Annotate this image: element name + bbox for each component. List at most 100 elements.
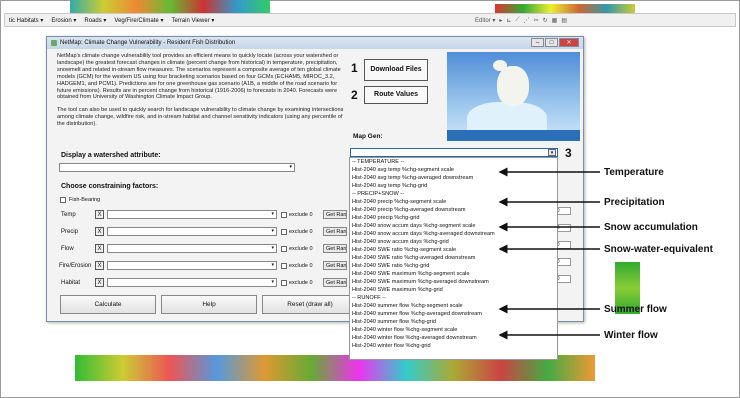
dropdown-option[interactable]: Hist-2040 SWE maximum %chg-grid bbox=[350, 286, 557, 294]
download-files-button[interactable]: Download Files bbox=[364, 59, 428, 81]
callout-number-2: 2 bbox=[351, 88, 358, 102]
dropdown-option[interactable]: Hist-2040 SWE ratio %chg-segment scale bbox=[350, 246, 557, 254]
dropdown-option[interactable]: Hist-2040 summer flow %chg-grid bbox=[350, 318, 557, 326]
split-tool-icon[interactable]: ✂ bbox=[534, 17, 539, 24]
dropdown-option[interactable]: Hist-2040 precip %chg-segment scale bbox=[350, 198, 557, 206]
rotate-tool-icon[interactable]: ↻ bbox=[543, 17, 548, 24]
exclude-zero-checkbox[interactable] bbox=[281, 229, 287, 235]
annotation-winter-flow: Winter flow bbox=[604, 330, 658, 341]
attributes-tool-icon[interactable]: ▦ bbox=[552, 17, 558, 24]
dropdown-option[interactable]: Hist-2040 snow accum days %chg-segment s… bbox=[350, 222, 557, 230]
dropdown-option[interactable]: Hist-2040 winter flow %chg-averaged down… bbox=[350, 334, 557, 342]
fish-bearing-checkbox[interactable] bbox=[60, 197, 66, 203]
clear-button[interactable]: X bbox=[95, 278, 104, 287]
menu-terrain-viewer[interactable]: Terrain Viewer ▾ bbox=[167, 17, 218, 24]
route-values-button[interactable]: Route Values bbox=[364, 86, 428, 104]
dropdown-option[interactable]: Hist-2040 precip %chg-averaged downstrea… bbox=[350, 206, 557, 214]
exclude-zero-label: exclude 0 bbox=[289, 246, 313, 252]
annotation-summer-flow: Summer flow bbox=[604, 304, 667, 315]
row-label: Precip bbox=[61, 229, 79, 235]
get-range-button[interactable]: Get Range bbox=[323, 261, 347, 270]
exclude-zero-checkbox[interactable] bbox=[281, 246, 287, 252]
clear-button[interactable]: X bbox=[95, 227, 104, 236]
exclude-zero-label: exclude 0 bbox=[289, 263, 313, 269]
menu-habitats[interactable]: tic Habitats ▾ bbox=[5, 17, 47, 24]
menu-veg-fire-climate[interactable]: Veg/Fire/Climate ▾ bbox=[110, 17, 167, 24]
row-label: Fire/Erosion bbox=[59, 263, 92, 269]
dialog-title: NetMap: Climate Change Vulnerability - R… bbox=[60, 40, 236, 46]
exclude-zero-checkbox[interactable] bbox=[281, 280, 287, 286]
exclude-zero-label: exclude 0 bbox=[289, 212, 313, 218]
watershed-attribute-select[interactable]: ▾ bbox=[59, 163, 295, 172]
dialog-title-bar: NetMap: Climate Change Vulnerability - R… bbox=[47, 37, 583, 49]
sketch-properties-icon[interactable]: ▤ bbox=[561, 17, 567, 24]
menu-roads[interactable]: Roads ▾ bbox=[80, 17, 110, 24]
window-buttons: – □ ✕ bbox=[531, 38, 579, 47]
dropdown-option[interactable]: Hist-2040 SWE maximum %chg-averaged down… bbox=[350, 278, 557, 286]
fire-erosion-select[interactable]: ▾ bbox=[107, 261, 277, 270]
constraining-factors-label: Choose constraining factors: bbox=[61, 183, 159, 190]
annotation-precipitation: Precipitation bbox=[604, 197, 665, 208]
dropdown-option[interactable]: Hist-2040 SWE maximum %chg-segment scale bbox=[350, 270, 557, 278]
dropdown-option[interactable]: Hist-2040 summer flow %chg-segment scale bbox=[350, 302, 557, 310]
precip-select[interactable]: ▾ bbox=[107, 227, 277, 236]
row-label: Habitat bbox=[61, 280, 81, 286]
clear-button[interactable]: X bbox=[95, 261, 104, 270]
line-tool-icon[interactable]: ⟋ bbox=[515, 17, 519, 24]
exclude-zero-checkbox[interactable] bbox=[281, 212, 287, 218]
fish-bearing-label: Fish-Bearing bbox=[69, 197, 101, 203]
dropdown-option[interactable]: Hist-2040 avg temp %chg-grid bbox=[350, 182, 557, 190]
app-icon bbox=[51, 40, 57, 46]
temp-select[interactable]: ▾ bbox=[107, 210, 277, 219]
dropdown-option[interactable]: -- RUNOFF -- bbox=[350, 294, 557, 302]
get-range-button[interactable]: Get Range bbox=[323, 244, 347, 253]
dropdown-option[interactable]: Hist-2040 avg temp %chg-averaged downstr… bbox=[350, 174, 557, 182]
get-range-button[interactable]: Get Range bbox=[323, 227, 347, 236]
exclude-zero-checkbox[interactable] bbox=[281, 263, 287, 269]
editor-tools: Editor ▾ ▸ ⊾ ⟋ ⋰ ✂ ↻ ▦ ▤ bbox=[475, 14, 567, 26]
help-button[interactable]: Help bbox=[161, 295, 257, 314]
menu-erosion[interactable]: Erosion ▾ bbox=[47, 17, 80, 24]
row-label: Flow bbox=[61, 246, 74, 252]
calculate-button[interactable]: Calculate bbox=[60, 295, 156, 314]
map-gen-select[interactable]: ▾ bbox=[350, 148, 558, 157]
close-button[interactable]: ✕ bbox=[559, 38, 579, 47]
dropdown-option[interactable]: -- PRECIP+SNOW -- bbox=[350, 190, 557, 198]
dropdown-option[interactable]: Hist-2040 snow accum days %chg-grid bbox=[350, 238, 557, 246]
maximize-button[interactable]: □ bbox=[545, 38, 558, 47]
annotation-swe: Snow-water-equivalent bbox=[604, 244, 713, 255]
chevron-down-icon[interactable]: ▾ bbox=[548, 149, 556, 156]
vertex-tool-icon[interactable]: ⋰ bbox=[524, 17, 530, 24]
dropdown-option[interactable]: Hist-2040 avg temp %chg-segment scale bbox=[350, 166, 557, 174]
map-gen-dropdown-list: -- TEMPERATURE -- Hist-2040 avg temp %chg… bbox=[349, 157, 558, 360]
tool-description: NetMap's climate change vulnerability to… bbox=[57, 53, 347, 134]
sketch-tool-icon[interactable]: ⊾ bbox=[506, 17, 511, 24]
menu-editor[interactable]: Editor ▾ bbox=[475, 17, 495, 24]
dropdown-option[interactable]: Hist-2040 snow accum days %chg-averaged … bbox=[350, 230, 557, 238]
dropdown-option[interactable]: Hist-2040 SWE ratio %chg-averaged downst… bbox=[350, 254, 557, 262]
flow-select[interactable]: ▾ bbox=[107, 244, 277, 253]
reset-draw-all-button[interactable]: Reset (draw all) bbox=[262, 295, 358, 314]
annotation-temperature: Temperature bbox=[604, 167, 664, 178]
display-attribute-label: Display a watershed attribute: bbox=[61, 152, 161, 159]
clear-button[interactable]: X bbox=[95, 210, 104, 219]
get-range-button[interactable]: Get Range bbox=[323, 210, 347, 219]
annotation-snow-accumulation: Snow accumulation bbox=[604, 222, 698, 233]
dropdown-option[interactable]: -- TEMPERATURE -- bbox=[350, 158, 557, 166]
exclude-zero-label: exclude 0 bbox=[289, 229, 313, 235]
row-label: Temp bbox=[61, 212, 76, 218]
polar-bear-image bbox=[447, 52, 580, 141]
dropdown-option[interactable]: Hist-2040 SWE ratio %chg-grid bbox=[350, 262, 557, 270]
minimize-button[interactable]: – bbox=[531, 38, 544, 47]
exclude-zero-label: exclude 0 bbox=[289, 280, 313, 286]
dropdown-option[interactable]: Hist-2040 winter flow %chg-grid bbox=[350, 342, 557, 350]
clear-button[interactable]: X bbox=[95, 244, 104, 253]
habitat-select[interactable]: ▾ bbox=[107, 278, 277, 287]
edit-tool-icon[interactable]: ▸ bbox=[499, 17, 502, 24]
map-gen-label: Map Gen: bbox=[353, 133, 383, 140]
get-range-button[interactable]: Get Range bbox=[323, 278, 347, 287]
dropdown-option[interactable]: Hist-2040 precip %chg-grid bbox=[350, 214, 557, 222]
dropdown-option[interactable]: Hist-2040 winter flow %chg-segment scale bbox=[350, 326, 557, 334]
description-paragraph-1: NetMap's climate change vulnerability to… bbox=[57, 53, 341, 101]
dropdown-option[interactable]: Hist-2040 summer flow %chg-averaged down… bbox=[350, 310, 557, 318]
